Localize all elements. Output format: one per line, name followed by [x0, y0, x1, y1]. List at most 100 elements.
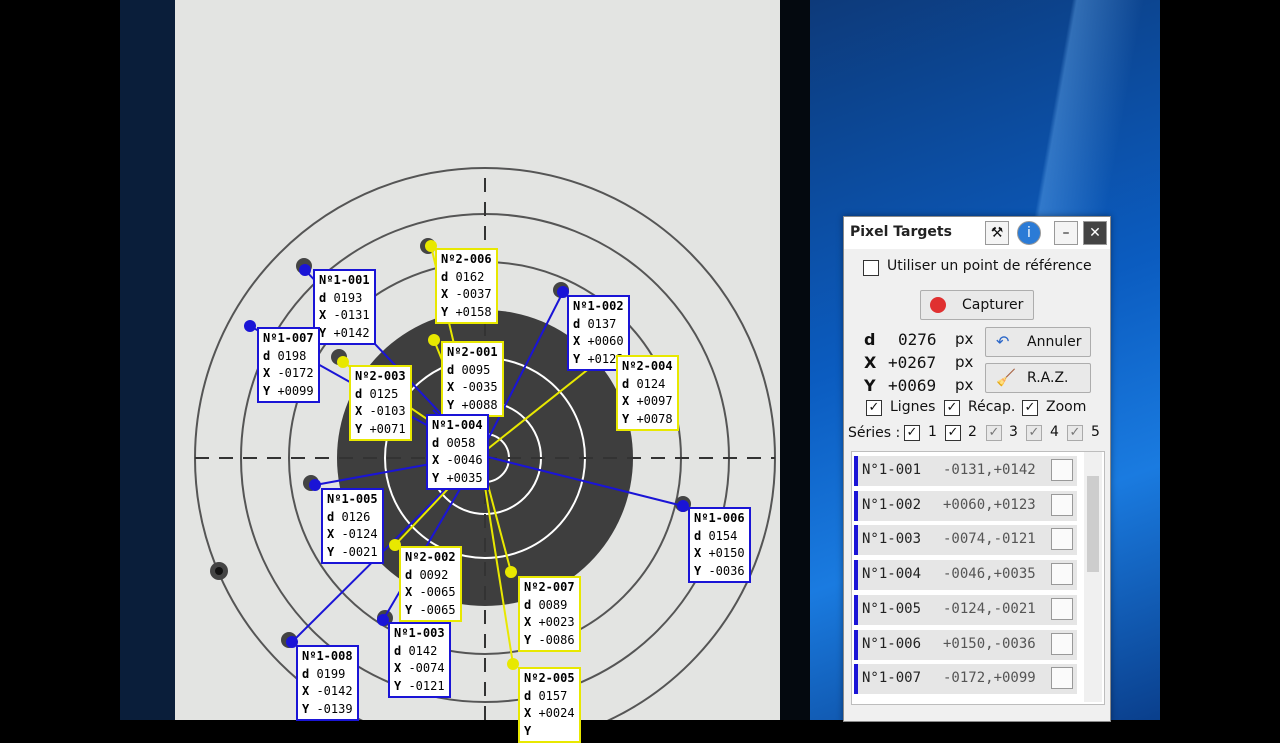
recap-checkbox[interactable]: ✓: [944, 400, 960, 416]
series-2-checkbox[interactable]: ✓: [945, 425, 961, 441]
shot-label-d-value: 0058: [446, 435, 476, 450]
shot-label-y-value: +0088: [461, 397, 498, 412]
x-value: +0267: [888, 353, 937, 372]
shot-label-line: X -0142: [302, 684, 353, 698]
series-5-checkbox[interactable]: ✓: [1067, 425, 1083, 441]
shot-label-line: d 0154: [694, 528, 738, 543]
shot-label-d-value: 0199: [316, 666, 346, 681]
shot-label-line: X +0097: [622, 394, 673, 408]
series-1-checkbox[interactable]: ✓: [904, 425, 920, 441]
shot-label-line: d 0095: [447, 362, 491, 377]
shot-label-x-value: -0103: [369, 404, 406, 418]
trash-icon[interactable]: [1051, 459, 1073, 481]
ref-point-checkbox[interactable]: [863, 260, 879, 276]
close-button[interactable]: ✕: [1083, 221, 1107, 245]
shot-label-line: d 0198: [263, 348, 307, 363]
shot-label-no: Nº2-001: [447, 345, 498, 359]
shot-label-line: Y +0078: [622, 411, 673, 426]
shot-id: N°1-004: [862, 566, 922, 583]
trash-icon[interactable]: [1051, 667, 1073, 690]
list-item[interactable]: N°1-006 +0150,-0036: [854, 629, 1077, 660]
shot-label-line: X -0074: [394, 661, 445, 675]
shot-label-line: Y +0035: [432, 470, 483, 485]
trash-icon[interactable]: [1051, 597, 1073, 620]
shot-label-no: Nº1-007: [263, 331, 314, 345]
list-item[interactable]: N°1-005 -0124,-0021: [854, 594, 1077, 625]
list-item[interactable]: N°1-004 -0046,+0035: [854, 560, 1077, 591]
broom-icon: 🧹: [996, 368, 1016, 387]
pixel-targets-panel: Pixel Targets ⚒ i – ✕ Utiliser un point …: [843, 216, 1111, 722]
shot-label-line: d 0089: [524, 597, 568, 612]
shot-label-y-value: -0036: [708, 563, 745, 578]
shot-label: Nº1-007 d 0198 X -0172 Y +0099: [257, 327, 320, 403]
trash-icon[interactable]: [1051, 632, 1073, 655]
zoom-label: Zoom: [1046, 399, 1087, 415]
shot-label-x-value: +0150: [708, 546, 745, 560]
shot-label-line: X +0060: [573, 334, 624, 348]
shot-label-no: Nº1-004: [432, 418, 483, 432]
shot-coords: -0046,+0035: [943, 566, 1036, 583]
shot-label-line: d 0199: [302, 666, 346, 681]
reset-button[interactable]: 🧹 R.A.Z.: [985, 363, 1091, 393]
shot-label-line: Y -0021: [327, 544, 378, 559]
shot-label-line: d 0058: [432, 435, 476, 450]
shot-label: Nº1-006 d 0154 X +0150 Y -0036: [688, 507, 751, 583]
lines-label: Lignes: [890, 399, 936, 415]
shot-label-line: X -0131: [319, 308, 370, 322]
trash-icon[interactable]: [1051, 563, 1073, 586]
shot-label-y-value: +0158: [455, 304, 492, 319]
shot-label-y-value: -0065: [419, 602, 456, 617]
capture-button[interactable]: Capturer: [920, 290, 1034, 320]
shot-label-y-value: +0142: [333, 325, 370, 340]
shot-coords: +0060,+0123: [943, 496, 1036, 513]
info-icon[interactable]: i: [1017, 221, 1041, 245]
shot-label-no: Nº1-006: [694, 511, 745, 525]
tools-icon[interactable]: ⚒: [985, 221, 1009, 245]
shot-label-line: d 0193: [319, 290, 363, 305]
series-3-checkbox[interactable]: ✓: [986, 425, 1002, 441]
shot-label: Nº2-007 d 0089 X +0023 Y -0086: [518, 576, 581, 652]
list-item[interactable]: N°1-002 +0060,+0123: [854, 490, 1077, 521]
shot-label: Nº1-008 d 0199 X -0142 Y -0139: [296, 645, 359, 721]
shot-label-no: Nº2-006: [441, 252, 492, 266]
shot-id: N°1-002: [862, 496, 922, 513]
list-scrollbar[interactable]: [1084, 452, 1102, 702]
shot-label-d-value: 0089: [538, 597, 568, 612]
shots-list[interactable]: N°1-001 -0131,+0142 N°1-002 +0060,+0123 N°1-…: [851, 451, 1105, 705]
shot-label-no: Nº2-003: [355, 369, 406, 383]
shot-label-line: X -0103: [355, 404, 406, 418]
shot-label-line: X +0150: [694, 546, 745, 560]
lines-checkbox[interactable]: ✓: [866, 400, 882, 416]
list-item[interactable]: N°1-007 -0172,+0099: [854, 664, 1077, 695]
shot-label-d-value: 0124: [636, 376, 666, 391]
shot-label-d-value: 0126: [341, 509, 371, 524]
shot-label: Nº2-005 d 0157 X +0024 Y: [518, 667, 581, 743]
shot-label-no: Nº2-002: [405, 550, 456, 564]
shot-label-line: d 0137: [573, 316, 617, 331]
zoom-checkbox[interactable]: ✓: [1022, 400, 1038, 416]
series-2-label: 2: [968, 424, 977, 440]
minimize-button[interactable]: –: [1054, 221, 1078, 245]
shot-label-x-value: -0037: [455, 287, 492, 301]
shot-label-d-value: 0162: [455, 269, 485, 284]
shot-id: N°1-007: [862, 670, 922, 687]
shot-label-y-value: +0099: [277, 383, 314, 398]
trash-icon[interactable]: [1051, 493, 1073, 516]
y-value: +0069: [888, 376, 937, 395]
undo-button[interactable]: ↶ Annuler: [985, 327, 1091, 357]
shot-label-x-value: -0172: [277, 366, 314, 380]
shot-label-line: d 0125: [355, 386, 399, 401]
series-4-checkbox[interactable]: ✓: [1026, 425, 1042, 441]
shot-label-line: Y -0086: [524, 632, 575, 647]
shot-coords: -0074,-0121: [943, 531, 1036, 548]
list-item[interactable]: N°1-003 -0074,-0121: [854, 525, 1077, 556]
trash-icon[interactable]: [1051, 528, 1073, 551]
list-item[interactable]: N°1-001 -0131,+0142: [854, 456, 1077, 486]
shot-label-y-value: -0021: [341, 544, 378, 559]
shot-label: Nº2-003 d 0125 X -0103 Y +0071: [349, 365, 412, 441]
shot-label-line: X +0023: [524, 615, 575, 629]
capture-label: Capturer: [962, 297, 1024, 313]
d-value: 0276: [898, 330, 937, 349]
shot-label-line: X -0035: [447, 380, 498, 394]
shot-coords: -0172,+0099: [943, 670, 1036, 687]
